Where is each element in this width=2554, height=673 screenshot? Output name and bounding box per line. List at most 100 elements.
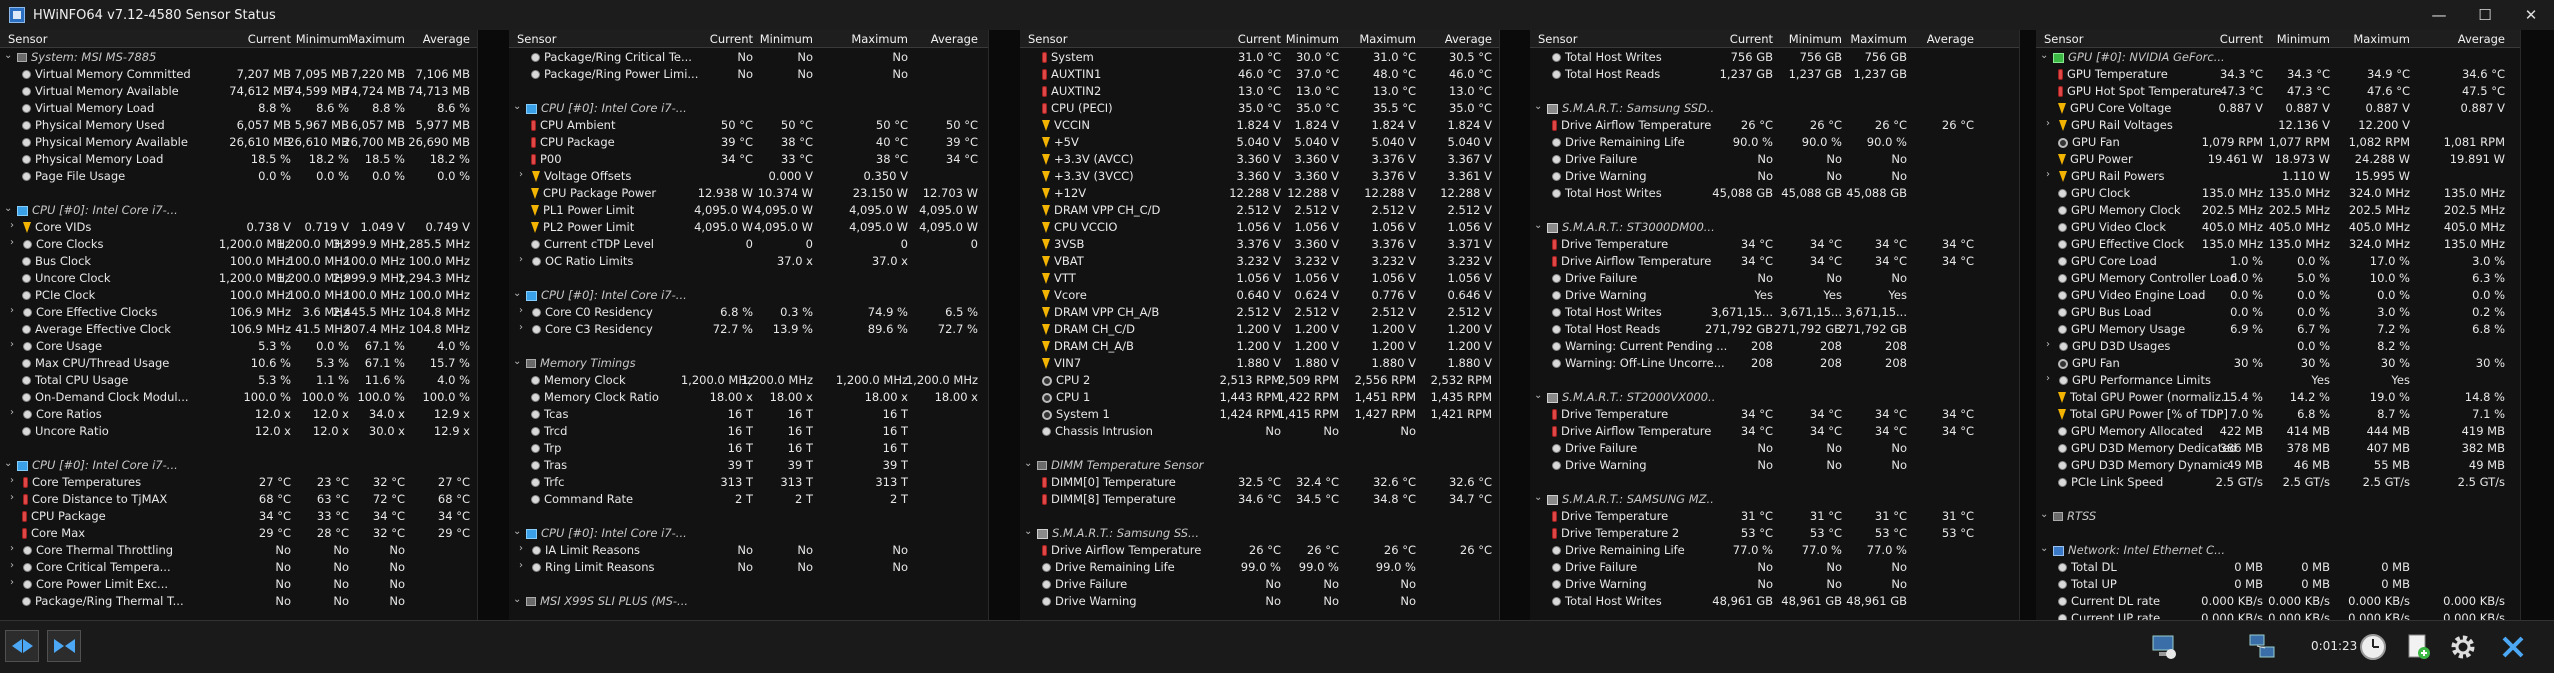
sensor-row[interactable]: Drive Failure No No No bbox=[1530, 558, 2019, 575]
sensor-row[interactable]: Drive Temperature 34 °C 34 °C 34 °C 34 °C bbox=[1530, 235, 2019, 252]
sensor-row[interactable]: CPU 2 2,513 RPM 2,509 RPM 2,556 RPM 2,532 RP… bbox=[1020, 371, 1499, 388]
sensor-row[interactable]: › Core Power Limit Exc... No No No bbox=[0, 575, 477, 592]
chevron-down-icon[interactable]: ⌄ bbox=[513, 526, 523, 537]
sensor-row[interactable]: PL1 Power Limit 4,095.0 W 4,095.0 W 4,095.0… bbox=[509, 201, 988, 218]
sensor-row[interactable]: › IA Limit Reasons No No No bbox=[509, 541, 988, 558]
header-sensor[interactable]: Sensor bbox=[8, 32, 47, 46]
sensor-row[interactable]: GPU Fan 1,079 RPM 1,077 RPM 1,082 RPM 1,081 … bbox=[2036, 133, 2520, 150]
sensor-group-header[interactable]: ⌄ S.M.A.R.T.: ST2000VX000... bbox=[1530, 388, 2019, 405]
sensor-row[interactable]: Drive Temperature 34 °C 34 °C 34 °C 34 °C bbox=[1530, 405, 2019, 422]
sensor-row[interactable]: Uncore Clock 1,200.0 MHz 1,200.0 MHz 2,999.… bbox=[0, 269, 477, 286]
sensor-row[interactable]: GPU Effective Clock 135.0 MHz 135.0 MHz 324… bbox=[2036, 235, 2520, 252]
sensor-row[interactable]: GPU Memory Clock 202.5 MHz 202.5 MHz 202.5 … bbox=[2036, 201, 2520, 218]
header-sensor[interactable]: Sensor bbox=[517, 32, 556, 46]
header-minimum[interactable]: Minimum bbox=[296, 32, 349, 46]
header-maximum[interactable]: Maximum bbox=[851, 32, 908, 46]
sensor-row[interactable]: PCIe Clock 100.0 MHz 100.0 MHz 100.0 MHz 100… bbox=[0, 286, 477, 303]
sensor-row[interactable]: AUXTIN1 46.0 °C 37.0 °C 48.0 °C 46.0 °C bbox=[1020, 65, 1499, 82]
chevron-down-icon[interactable]: ⌄ bbox=[1024, 526, 1034, 537]
sensor-row[interactable]: 3VSB 3.376 V 3.360 V 3.376 V 3.371 V bbox=[1020, 235, 1499, 252]
sensor-row[interactable]: Total Host Reads 271,792 GB 271,792 GB 271,… bbox=[1530, 320, 2019, 337]
header-minimum[interactable]: Minimum bbox=[1286, 32, 1339, 46]
chevron-right-icon[interactable]: › bbox=[10, 475, 20, 486]
sensor-row[interactable]: Physical Memory Used 6,057 MB 5,967 MB 6,05… bbox=[0, 116, 477, 133]
sensor-group-header[interactable]: ⌄ Network: Intel Ethernet C... bbox=[2036, 541, 2520, 558]
sensor-row[interactable]: VCCIN 1.824 V 1.824 V 1.824 V 1.824 V bbox=[1020, 116, 1499, 133]
sensor-group-header[interactable]: ⌄ Memory Timings bbox=[509, 354, 988, 371]
chevron-right-icon[interactable]: › bbox=[2046, 118, 2056, 129]
sensor-group-header[interactable]: ⌄ CPU [#0]: Intel Core i7-... bbox=[0, 456, 477, 473]
chevron-down-icon[interactable]: ⌄ bbox=[1534, 220, 1544, 231]
sensor-row[interactable]: GPU Memory Usage 6.9 % 6.7 % 7.2 % 6.8 % bbox=[2036, 320, 2520, 337]
header-maximum[interactable]: Maximum bbox=[2353, 32, 2410, 46]
chevron-down-icon[interactable]: ⌄ bbox=[513, 101, 523, 112]
sensor-row[interactable]: Virtual Memory Load 8.8 % 8.6 % 8.8 % 8.6 % bbox=[0, 99, 477, 116]
sensor-row[interactable]: Virtual Memory Committed 7,207 MB 7,095 MB… bbox=[0, 65, 477, 82]
navigate-left-right-button[interactable] bbox=[5, 630, 39, 662]
sensor-row[interactable]: Total Host Writes 3,671,15... 3,671,15... 3… bbox=[1530, 303, 2019, 320]
sensor-row[interactable]: DIMM[8] Temperature 34.6 °C 34.5 °C 34.8 °C… bbox=[1020, 490, 1499, 507]
sensor-row[interactable]: Total Host Writes 45,088 GB 45,088 GB 45,08… bbox=[1530, 184, 2019, 201]
sensor-row[interactable]: System 31.0 °C 30.0 °C 31.0 °C 30.5 °C bbox=[1020, 48, 1499, 65]
sensor-row[interactable]: Total Host Reads 1,237 GB 1,237 GB 1,237 GB bbox=[1530, 65, 2019, 82]
chevron-right-icon[interactable]: › bbox=[2046, 373, 2056, 384]
sensor-row[interactable]: GPU Fan 30 % 30 % 30 % 30 % bbox=[2036, 354, 2520, 371]
chevron-down-icon[interactable]: ⌄ bbox=[1024, 458, 1034, 469]
chevron-right-icon[interactable]: › bbox=[519, 254, 529, 265]
chevron-right-icon[interactable]: › bbox=[519, 322, 529, 333]
chevron-down-icon[interactable]: ⌄ bbox=[1534, 492, 1544, 503]
sensor-row[interactable]: DIMM[0] Temperature 32.5 °C 32.4 °C 32.6 °C… bbox=[1020, 473, 1499, 490]
chevron-right-icon[interactable]: › bbox=[10, 220, 20, 231]
minimize-button[interactable]: — bbox=[2416, 0, 2462, 30]
header-average[interactable]: Average bbox=[931, 32, 978, 46]
log-sensors-button[interactable] bbox=[2244, 629, 2280, 665]
chevron-right-icon[interactable]: › bbox=[10, 492, 20, 503]
sensor-row[interactable]: GPU Bus Load 0.0 % 0.0 % 3.0 % 0.2 % bbox=[2036, 303, 2520, 320]
sensor-row[interactable]: Drive Failure No No No bbox=[1530, 269, 2019, 286]
sensor-row[interactable]: Memory Clock Ratio 18.00 x 18.00 x 18.00 x 1… bbox=[509, 388, 988, 405]
sensor-row[interactable]: Total Host Writes 48,961 GB 48,961 GB 48,96… bbox=[1530, 592, 2019, 609]
sensor-row[interactable]: Tras 39 T 39 T 39 T bbox=[509, 456, 988, 473]
sensor-row[interactable]: GPU D3D Memory Dedicated 386 MB 378 MB 407 … bbox=[2036, 439, 2520, 456]
sensor-row[interactable]: Drive Remaining Life 90.0 % 90.0 % 90.0 % bbox=[1530, 133, 2019, 150]
sensor-row[interactable]: +3.3V (AVCC) 3.360 V 3.360 V 3.376 V 3.367 V bbox=[1020, 150, 1499, 167]
sensor-row[interactable]: › Core C3 Residency 72.7 % 13.9 % 89.6 % 72.7… bbox=[509, 320, 988, 337]
chevron-right-icon[interactable]: › bbox=[10, 237, 20, 248]
switch-layout-button[interactable] bbox=[47, 630, 81, 662]
sensor-row[interactable]: Drive Airflow Temperature 34 °C 34 °C 34 °C… bbox=[1530, 252, 2019, 269]
sensor-row[interactable]: › Core Effective Clocks 106.9 MHz 3.6 MHz 2,… bbox=[0, 303, 477, 320]
chevron-down-icon[interactable]: ⌄ bbox=[513, 356, 523, 367]
sensor-row[interactable]: Uncore Ratio 12.0 x 12.0 x 30.0 x 12.9 x bbox=[0, 422, 477, 439]
sensor-row[interactable]: System 1 1,424 RPM 1,415 RPM 1,427 RPM 1,421… bbox=[1020, 405, 1499, 422]
sensor-row[interactable]: CPU Ambient 50 °C 50 °C 50 °C 50 °C bbox=[509, 116, 988, 133]
sensor-panel-2[interactable]: Sensor Current Minimum Maximum Average Packag… bbox=[509, 30, 989, 620]
close-button[interactable]: ✕ bbox=[2508, 0, 2554, 30]
sensor-panel-1[interactable]: Sensor Current Minimum Maximum Average ⌄ Syste… bbox=[0, 30, 478, 620]
sensor-row[interactable]: GPU D3D Memory Dynamic 49 MB 46 MB 55 MB 49 … bbox=[2036, 456, 2520, 473]
header-maximum[interactable]: Maximum bbox=[1359, 32, 1416, 46]
chevron-right-icon[interactable]: › bbox=[10, 543, 20, 554]
sensor-row[interactable]: VBAT 3.232 V 3.232 V 3.232 V 3.232 V bbox=[1020, 252, 1499, 269]
clock-reset-button[interactable] bbox=[2355, 629, 2391, 665]
sensor-row[interactable]: Virtual Memory Available 74,612 MB 74,599 … bbox=[0, 82, 477, 99]
sensor-row[interactable]: Total UP 0 MB 0 MB 0 MB bbox=[2036, 575, 2520, 592]
sensor-row[interactable]: P00 34 °C 33 °C 38 °C 34 °C bbox=[509, 150, 988, 167]
sensor-row[interactable]: DRAM VPP CH_A/B 2.512 V 2.512 V 2.512 V 2.51… bbox=[1020, 303, 1499, 320]
sensor-row[interactable]: Drive Warning No No No bbox=[1530, 456, 2019, 473]
sensor-group-header[interactable]: ⌄ CPU [#0]: Intel Core i7-... bbox=[509, 286, 988, 303]
chevron-right-icon[interactable]: › bbox=[10, 339, 20, 350]
sensor-row[interactable]: Max CPU/Thread Usage 10.6 % 5.3 % 67.1 % 15.… bbox=[0, 354, 477, 371]
sensor-row[interactable]: GPU Hot Spot Temperature 47.3 °C 47.3 °C 47… bbox=[2036, 82, 2520, 99]
chevron-down-icon[interactable]: ⌄ bbox=[4, 203, 14, 214]
sensor-row[interactable]: On-Demand Clock Modul... 100.0 % 100.0 % 10… bbox=[0, 388, 477, 405]
header-average[interactable]: Average bbox=[1927, 32, 1974, 46]
sensor-row[interactable]: Trfc 313 T 313 T 313 T bbox=[509, 473, 988, 490]
sensor-group-header[interactable]: ⌄ CPU [#0]: Intel Core i7-... bbox=[509, 524, 988, 541]
sensor-row[interactable]: Package/Ring Power Limi... No No No bbox=[509, 65, 988, 82]
header-current[interactable]: Current bbox=[2220, 32, 2263, 46]
sensor-row[interactable]: Chassis Intrusion No No No bbox=[1020, 422, 1499, 439]
header-average[interactable]: Average bbox=[2458, 32, 2505, 46]
sensor-row[interactable]: +3.3V (3VCC) 3.360 V 3.360 V 3.376 V 3.361 V bbox=[1020, 167, 1499, 184]
sensor-row[interactable]: Package/Ring Critical Te... No No No bbox=[509, 48, 988, 65]
sensor-row[interactable]: Drive Remaining Life 77.0 % 77.0 % 77.0 % bbox=[1530, 541, 2019, 558]
